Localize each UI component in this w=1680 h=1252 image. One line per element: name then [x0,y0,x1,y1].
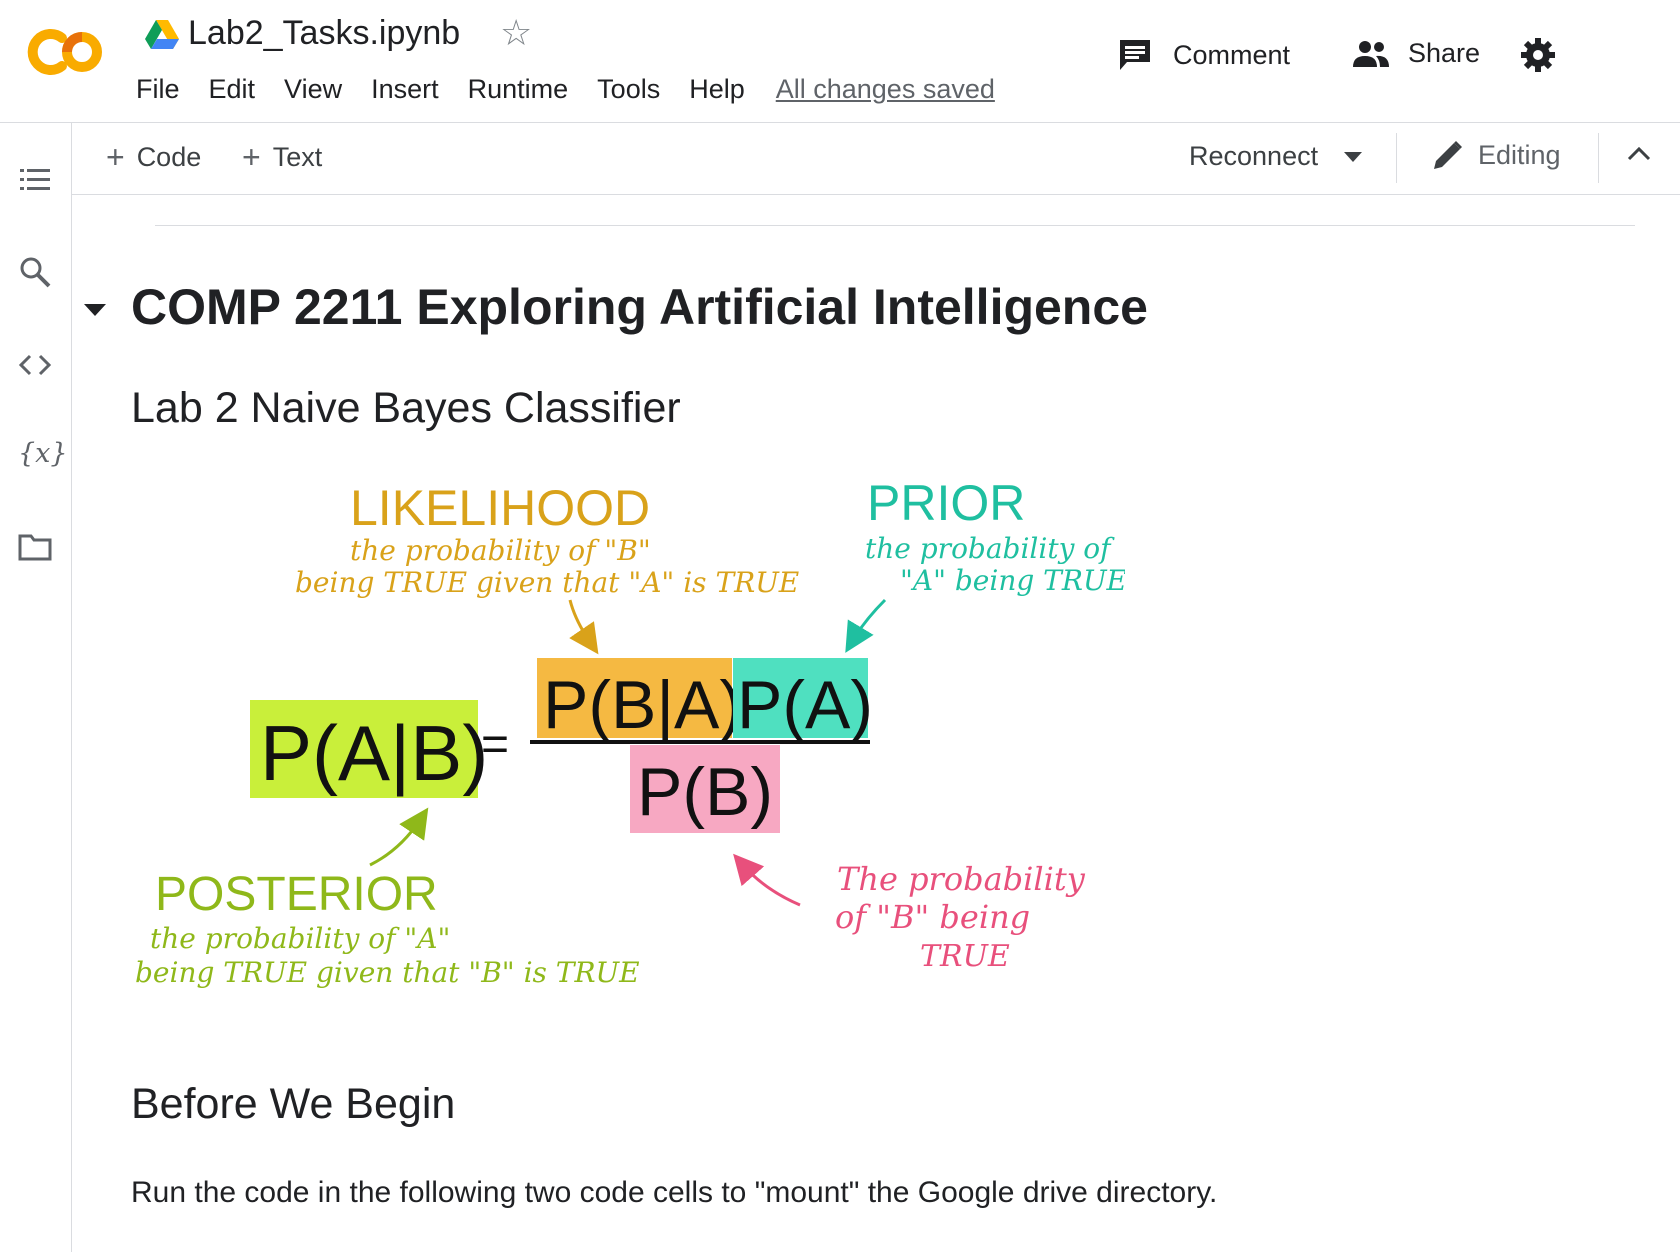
table-of-contents-icon[interactable] [18,163,52,197]
posterior-desc-line1: the probability of "A" [150,922,450,955]
notebook-heading: COMP 2211 Exploring Artificial Intellige… [131,279,1148,335]
reconnect-button[interactable]: Reconnect [1189,141,1363,172]
likelihood-formula: P(B|A) [543,667,742,743]
comment-button[interactable]: Comment [1117,38,1290,72]
menu-runtime[interactable]: Runtime [468,74,569,105]
prior-arrow [845,598,887,653]
toolbar-divider [1598,133,1599,183]
google-drive-icon[interactable] [145,20,179,55]
top-header: Lab2_Tasks.ipynb ☆ File Edit View Insert… [0,0,1680,123]
prior-title: PRIOR [867,475,1025,531]
people-icon [1352,40,1390,68]
menu-edit[interactable]: Edit [209,74,256,105]
gear-icon[interactable] [1520,37,1556,78]
posterior-title: POSTERIOR [155,868,438,921]
likelihood-title: LIKELIHOOD [350,480,650,536]
code-snippets-icon[interactable] [18,348,52,382]
posterior-formula: P(A|B) [260,709,488,797]
editing-label: Editing [1478,139,1561,170]
prior-desc-line1: the probability of [865,532,1115,565]
colab-logo[interactable] [22,28,106,81]
variables-icon[interactable]: {x} [18,438,68,472]
add-text-label: Text [272,142,323,172]
instruction-text: Run the code in the following two code c… [131,1176,1218,1209]
comment-label: Comment [1173,39,1291,70]
save-status[interactable]: All changes saved [776,74,995,105]
evidence-desc-line1: The probability [837,860,1086,898]
toolbar-divider [1396,133,1397,183]
search-icon[interactable] [18,255,52,289]
comment-icon [1117,38,1153,72]
posterior-arrow [369,807,429,867]
menu-help[interactable]: Help [689,74,745,105]
add-text-button[interactable]: + Text [242,139,322,176]
notebook-toolbar: + Code + Text Reconnect Editing [72,123,1680,195]
pencil-icon [1432,139,1464,171]
editing-mode-button[interactable]: Editing [1432,139,1561,171]
likelihood-desc-line1: the probability of "B" [350,534,651,567]
menu-bar: File Edit View Insert Runtime Tools Help… [136,74,1024,105]
left-sidebar: {x} [0,123,72,1252]
chevron-up-icon[interactable] [1626,141,1652,172]
evidence-formula: P(B) [637,754,773,830]
prior-desc-line2: "A" being TRUE [900,564,1125,597]
cell-divider [155,225,1635,226]
evidence-desc-line3: TRUE [920,939,1010,974]
menu-tools[interactable]: Tools [597,74,660,105]
add-code-button[interactable]: + Code [106,139,201,176]
notebook-title[interactable]: Lab2_Tasks.ipynb [188,14,460,53]
evidence-arrow [733,853,801,907]
prior-formula: P(A) [737,667,873,743]
section-collapse-icon[interactable] [84,304,106,323]
reconnect-label: Reconnect [1189,141,1319,171]
equals-sign: = [481,718,509,771]
likelihood-arrow [568,599,599,655]
lab-subtitle: Lab 2 Naive Bayes Classifier [131,384,681,432]
menu-insert[interactable]: Insert [371,74,439,105]
share-button[interactable]: Share [1352,38,1480,69]
menu-view[interactable]: View [284,74,342,105]
star-icon[interactable]: ☆ [500,12,532,54]
section-heading: Before We Begin [131,1080,456,1128]
share-label: Share [1408,38,1481,68]
likelihood-desc-line2: being TRUE given that "A" is TRUE [295,566,799,599]
plus-icon: + [106,139,125,175]
files-icon[interactable] [18,530,52,564]
add-code-label: Code [136,142,202,172]
menu-file[interactable]: File [136,74,180,105]
posterior-desc-line2: being TRUE given that "B" is TRUE [135,956,640,989]
bayes-theorem-image: LIKELIHOOD the probability of "B" being … [125,470,1127,1035]
evidence-desc-line2: of "B" being [835,898,1030,936]
dropdown-arrow-icon[interactable] [1344,151,1363,162]
plus-icon: + [242,139,261,175]
